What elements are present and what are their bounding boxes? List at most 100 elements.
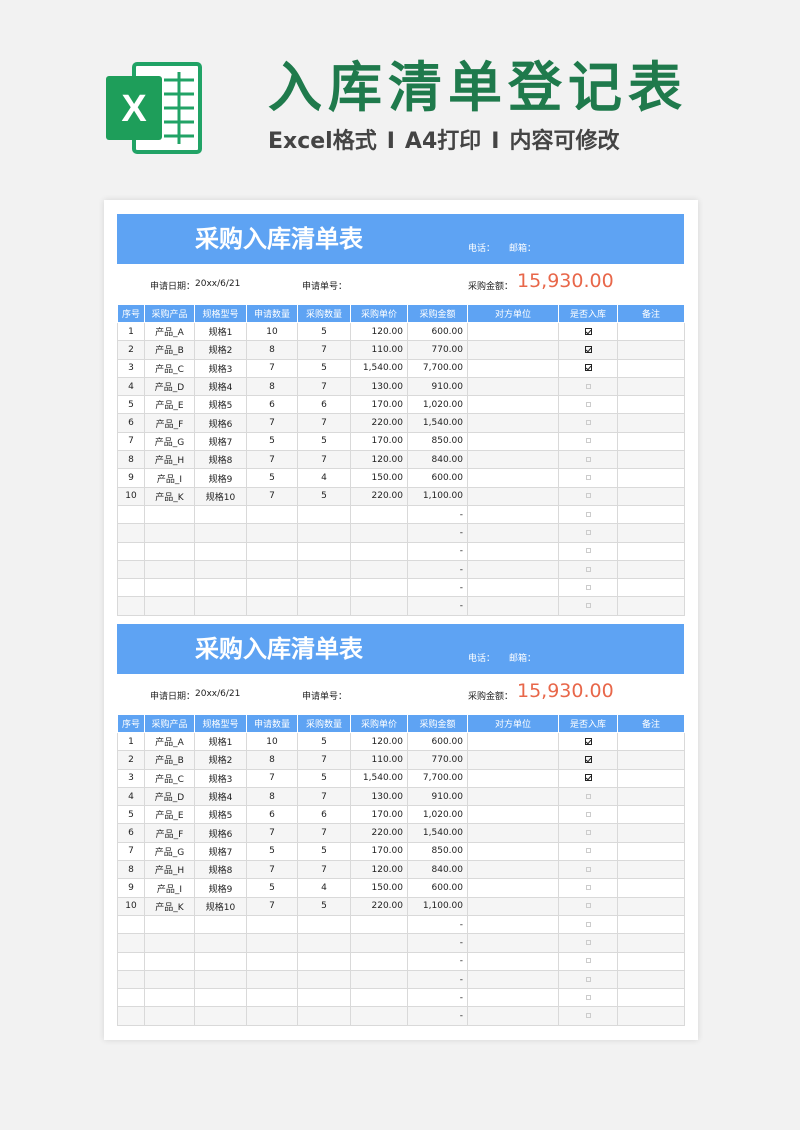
col-no-cell[interactable]	[117, 504, 145, 525]
empty-box-icon[interactable]	[585, 939, 591, 945]
col-stocked-cell[interactable]	[558, 805, 618, 825]
col-purchase-qty-cell[interactable]: 7	[297, 376, 351, 397]
col-note-cell[interactable]	[617, 860, 685, 880]
col-spec-cell[interactable]	[194, 559, 247, 580]
col-stocked-cell[interactable]	[558, 321, 618, 342]
empty-box-icon[interactable]	[585, 438, 591, 444]
col-spec-cell[interactable]: 规格10	[194, 896, 247, 916]
col-purchase-qty-cell[interactable]: 5	[297, 486, 351, 506]
col-counterparty-cell[interactable]	[467, 896, 559, 916]
apply-date-value[interactable]: 20xx/6/21	[195, 279, 240, 289]
col-product-cell[interactable]: 产品_H	[144, 450, 195, 470]
col-no-cell[interactable]: 5	[117, 805, 145, 825]
col-stocked-cell[interactable]	[558, 468, 618, 488]
col-spec-cell[interactable]	[194, 596, 247, 616]
col-note-cell[interactable]	[617, 486, 685, 506]
col-stocked-cell[interactable]	[558, 523, 618, 543]
col-counterparty-cell[interactable]	[467, 376, 559, 397]
col-unit-price-cell[interactable]: 220.00	[350, 823, 408, 843]
col-requested-qty-cell[interactable]: 8	[246, 750, 298, 770]
col-stocked-cell[interactable]	[558, 914, 618, 935]
col-unit-price-cell[interactable]: 120.00	[350, 731, 408, 752]
col-spec-cell[interactable]: 规格8	[194, 450, 247, 470]
col-counterparty-cell[interactable]	[467, 340, 559, 360]
col-product-cell[interactable]: 产品_B	[144, 750, 195, 770]
col-purchase-qty-cell[interactable]: 7	[297, 860, 351, 880]
col-requested-qty-cell[interactable]: 10	[246, 731, 298, 752]
col-amount-cell[interactable]: -	[407, 559, 468, 580]
col-amount-cell[interactable]: 1,100.00	[407, 896, 468, 916]
col-stocked-cell[interactable]	[558, 596, 618, 616]
col-no-cell[interactable]: 6	[117, 823, 145, 843]
col-product-cell[interactable]: 产品_I	[144, 468, 195, 488]
col-counterparty-cell[interactable]	[467, 504, 559, 525]
col-product-cell[interactable]: 产品_A	[144, 731, 195, 752]
col-requested-qty-cell[interactable]	[246, 933, 298, 953]
empty-box-icon[interactable]	[585, 994, 591, 1000]
col-no-cell[interactable]: 3	[117, 768, 145, 788]
col-product-cell[interactable]: 产品_A	[144, 321, 195, 342]
col-counterparty-cell[interactable]	[467, 1006, 559, 1026]
col-spec-cell[interactable]: 规格4	[194, 786, 247, 807]
col-purchase-qty-cell[interactable]	[297, 559, 351, 580]
col-counterparty-cell[interactable]	[467, 468, 559, 488]
col-stocked-cell[interactable]	[558, 376, 618, 397]
col-amount-cell[interactable]: 600.00	[407, 321, 468, 342]
col-requested-qty-cell[interactable]: 7	[246, 486, 298, 506]
col-note-cell[interactable]	[617, 468, 685, 488]
col-unit-price-cell[interactable]: 1,540.00	[350, 358, 408, 378]
col-note-cell[interactable]	[617, 914, 685, 935]
empty-box-icon[interactable]	[585, 903, 591, 909]
col-spec-cell[interactable]: 规格2	[194, 340, 247, 360]
col-no-cell[interactable]: 10	[117, 896, 145, 916]
col-stocked-cell[interactable]	[558, 358, 618, 378]
col-unit-price-cell[interactable]: 1,540.00	[350, 768, 408, 788]
col-unit-price-cell[interactable]: 220.00	[350, 486, 408, 506]
col-spec-cell[interactable]: 规格6	[194, 823, 247, 843]
col-requested-qty-cell[interactable]	[246, 541, 298, 561]
col-product-cell[interactable]: 产品_C	[144, 358, 195, 378]
col-amount-cell[interactable]: 770.00	[407, 340, 468, 360]
col-purchase-qty-cell[interactable]: 7	[297, 750, 351, 770]
col-spec-cell[interactable]: 规格3	[194, 358, 247, 378]
col-spec-cell[interactable]	[194, 504, 247, 525]
col-purchase-qty-cell[interactable]: 5	[297, 321, 351, 342]
col-purchase-qty-cell[interactable]: 5	[297, 841, 351, 862]
col-stocked-cell[interactable]	[558, 1006, 618, 1026]
col-stocked-cell[interactable]	[558, 896, 618, 916]
col-requested-qty-cell[interactable]	[246, 988, 298, 1008]
col-unit-price-cell[interactable]: 130.00	[350, 376, 408, 397]
col-spec-cell[interactable]: 规格9	[194, 878, 247, 898]
col-purchase-qty-cell[interactable]	[297, 596, 351, 616]
col-no-cell[interactable]	[117, 933, 145, 953]
col-spec-cell[interactable]	[194, 933, 247, 953]
col-product-cell[interactable]	[144, 578, 195, 598]
col-note-cell[interactable]	[617, 786, 685, 807]
col-no-cell[interactable]: 7	[117, 431, 145, 452]
col-purchase-qty-cell[interactable]: 7	[297, 413, 351, 433]
col-counterparty-cell[interactable]	[467, 969, 559, 990]
col-requested-qty-cell[interactable]: 7	[246, 358, 298, 378]
col-no-cell[interactable]	[117, 559, 145, 580]
col-stocked-cell[interactable]	[558, 768, 618, 788]
col-requested-qty-cell[interactable]	[246, 969, 298, 990]
col-requested-qty-cell[interactable]: 7	[246, 896, 298, 916]
col-unit-price-cell[interactable]: 170.00	[350, 805, 408, 825]
col-amount-cell[interactable]: 910.00	[407, 376, 468, 397]
col-purchase-qty-cell[interactable]: 4	[297, 468, 351, 488]
col-amount-cell[interactable]: 770.00	[407, 750, 468, 770]
col-stocked-cell[interactable]	[558, 860, 618, 880]
col-product-cell[interactable]: 产品_K	[144, 896, 195, 916]
col-stocked-cell[interactable]	[558, 933, 618, 953]
empty-box-icon[interactable]	[585, 976, 591, 982]
col-no-cell[interactable]: 4	[117, 786, 145, 807]
col-unit-price-cell[interactable]	[350, 596, 408, 616]
col-purchase-qty-cell[interactable]: 5	[297, 731, 351, 752]
col-no-cell[interactable]: 10	[117, 486, 145, 506]
col-stocked-cell[interactable]	[558, 578, 618, 598]
col-note-cell[interactable]	[617, 768, 685, 788]
col-spec-cell[interactable]	[194, 988, 247, 1008]
col-spec-cell[interactable]	[194, 969, 247, 990]
col-purchase-qty-cell[interactable]: 6	[297, 395, 351, 415]
col-note-cell[interactable]	[617, 896, 685, 916]
